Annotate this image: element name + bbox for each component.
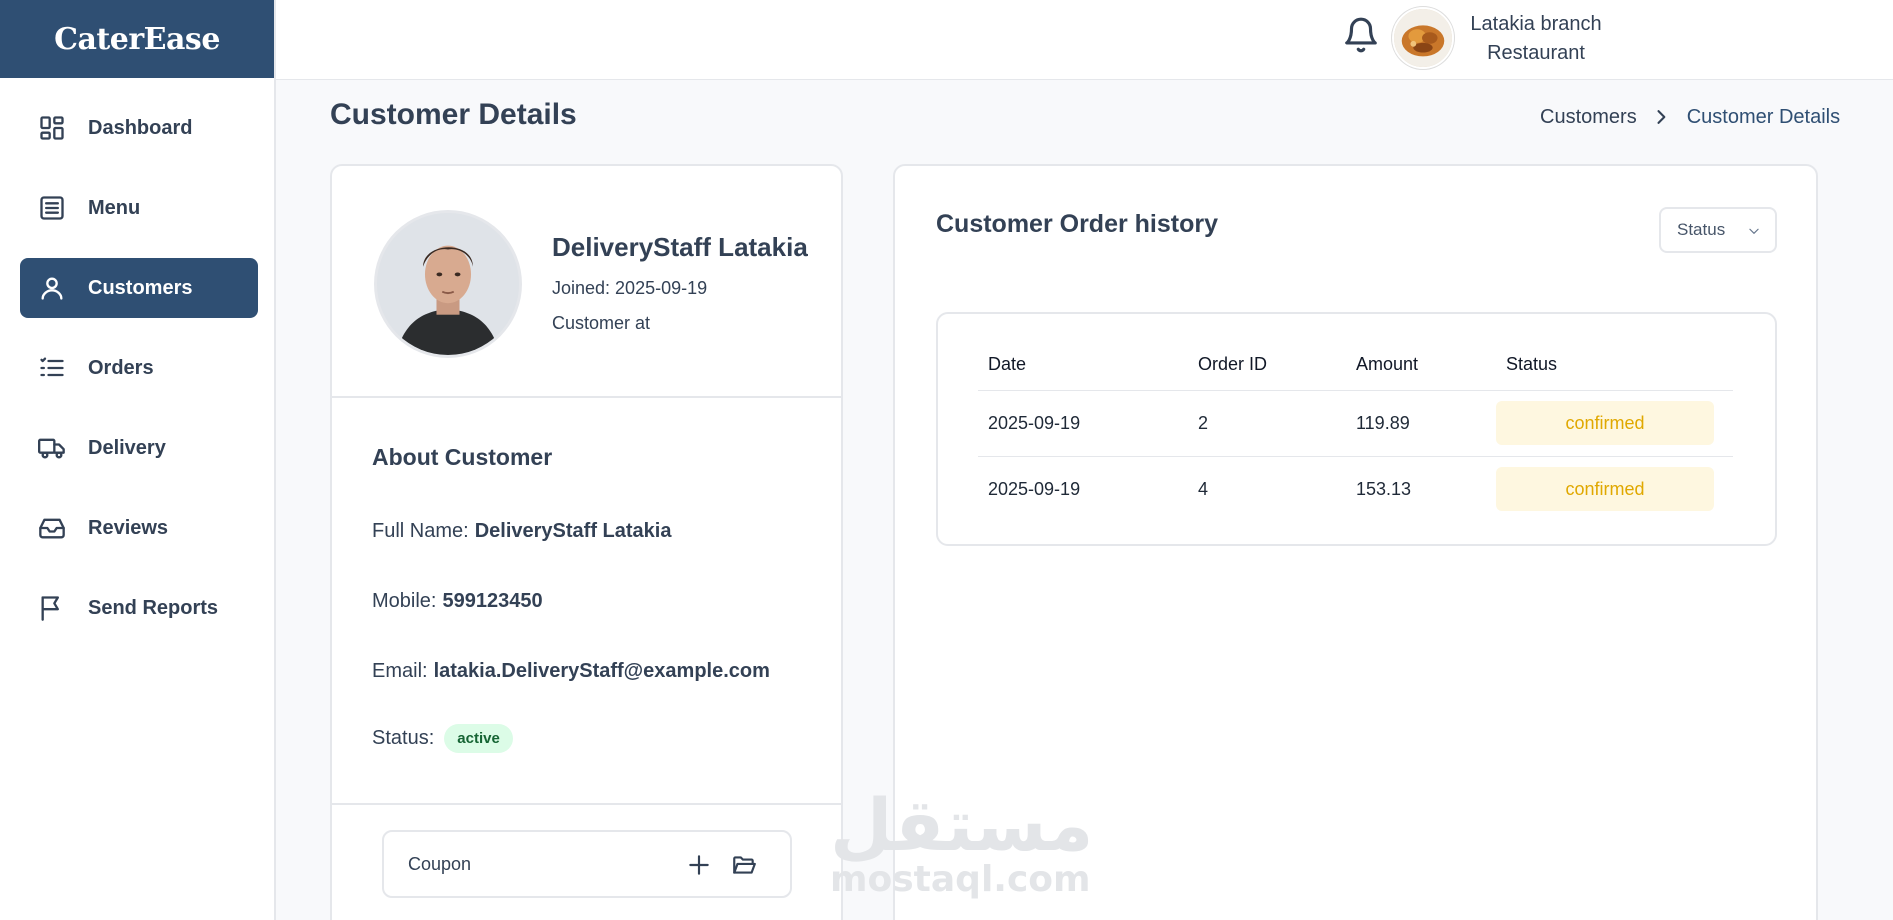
sidebar-item-label: Customers (88, 276, 193, 299)
watermark-arabic: مستقل (830, 783, 1094, 867)
dashboard-icon (36, 112, 68, 144)
coupon-label: Coupon (408, 853, 472, 874)
profile-header: DeliveryStaff Latakia Joined: 2025-09-19… (332, 166, 841, 398)
sidebar-item-label: Delivery (88, 436, 166, 459)
status-filter-label: Status (1677, 220, 1726, 239)
sidebar-item-label: Send Reports (88, 596, 219, 619)
plus-icon[interactable] (686, 852, 712, 878)
cell-order-id: 4 (1198, 478, 1209, 499)
customer-at-label: Customer at (552, 313, 651, 333)
sidebar-item-send-reports[interactable]: Send Reports (20, 578, 258, 638)
table-header-row: Date Order ID Amount Status (978, 340, 1733, 391)
customer-avatar (374, 210, 522, 358)
status-row: Status: active (372, 724, 513, 753)
email-row: Email: latakia.DeliveryStaff@example.com (372, 660, 770, 683)
status-filter-select[interactable]: Status (1659, 207, 1777, 253)
sidebar-item-label: Menu (88, 196, 141, 219)
breadcrumb-current: Customer Details (1686, 106, 1841, 128)
breadcrumb-parent-link[interactable]: Customers (1540, 106, 1637, 129)
column-header-amount: Amount (1346, 340, 1496, 391)
notification-bell-icon[interactable] (1342, 16, 1382, 56)
coupon-box: Coupon (382, 830, 792, 898)
store-name[interactable]: Latakia branch Restaurant (1461, 10, 1611, 68)
order-history-table-wrap: Date Order ID Amount Status 2025-09-19 2… (936, 312, 1777, 546)
store-branch: Latakia branch (1470, 13, 1602, 35)
order-history-table: Date Order ID Amount Status 2025-09-19 2… (978, 340, 1733, 522)
full-name-label: Full Name: (372, 520, 469, 542)
status-badge: active (444, 724, 513, 753)
list-icon (36, 352, 68, 384)
cell-date: 2025-09-19 (988, 478, 1081, 499)
full-name-row: Full Name: DeliveryStaff Latakia (372, 520, 671, 543)
mobile-row: Mobile: 599123450 (372, 590, 543, 613)
column-header-status: Status (1496, 340, 1733, 391)
about-customer-section: About Customer Full Name: DeliveryStaff … (332, 398, 841, 805)
column-header-order-id: Order ID (1188, 340, 1346, 391)
menu-list-icon (36, 192, 68, 224)
sidebar-item-menu[interactable]: Menu (20, 178, 258, 238)
customer-name: DeliveryStaff Latakia (552, 232, 808, 262)
truck-icon (36, 432, 68, 464)
about-customer-title: About Customer (372, 444, 553, 470)
sidebar-item-orders[interactable]: Orders (20, 338, 258, 398)
customer-joined-date: Joined: 2025-09-19 (552, 278, 708, 298)
order-status-badge: confirmed (1496, 467, 1714, 512)
email-label: Email: (372, 660, 428, 682)
column-header-date: Date (978, 340, 1188, 391)
store-avatar[interactable] (1392, 7, 1454, 69)
breadcrumb: Customers Customer Details (1540, 106, 1840, 129)
cell-status: confirmed (1496, 456, 1733, 522)
status-label: Status: (372, 727, 435, 749)
sidebar: CaterEase Dashboard Menu Customers Order… (0, 0, 276, 920)
chevron-right-icon (1651, 107, 1673, 129)
sidebar-item-delivery[interactable]: Delivery (20, 418, 258, 478)
customer-profile-card: DeliveryStaff Latakia Joined: 2025-09-19… (330, 164, 843, 920)
order-history-title: Customer Order history (936, 210, 1219, 238)
watermark: مستقل mostaql.com (830, 783, 1094, 900)
full-name-value: DeliveryStaff Latakia (474, 520, 672, 542)
sidebar-item-label: Dashboard (88, 116, 193, 139)
sidebar-item-reviews[interactable]: Reviews (20, 498, 258, 558)
flag-icon (36, 592, 68, 624)
sidebar-item-label: Orders (88, 356, 154, 379)
table-row[interactable]: 2025-09-19 2 119.89 confirmed (978, 390, 1733, 457)
chevron-down-icon (1747, 223, 1761, 237)
page-title: Customer Details (330, 98, 577, 131)
sidebar-item-customers[interactable]: Customers (20, 258, 258, 318)
watermark-latin: mostaql.com (830, 859, 1091, 900)
sidebar-nav: Dashboard Menu Customers Orders Delivery (0, 78, 274, 638)
sidebar-item-dashboard[interactable]: Dashboard (20, 98, 258, 158)
cell-amount: 119.89 (1346, 390, 1496, 457)
table-row[interactable]: 2025-09-19 4 153.13 confirmed (978, 456, 1733, 522)
order-status-badge: confirmed (1496, 401, 1714, 445)
sidebar-item-label: Reviews (88, 516, 169, 539)
store-type: Restaurant (1487, 42, 1585, 64)
cell-order-id: 2 (1188, 390, 1346, 457)
mobile-label: Mobile: (372, 590, 437, 612)
cell-status: confirmed (1496, 390, 1733, 457)
mobile-value: 599123450 (442, 590, 543, 612)
inbox-icon (36, 512, 68, 544)
topbar (276, 0, 1893, 80)
cell-date: 2025-09-19 (978, 390, 1188, 457)
user-icon (36, 272, 68, 304)
folder-open-icon[interactable] (730, 852, 758, 878)
email-value: latakia.DeliveryStaff@example.com (433, 660, 770, 682)
cell-amount: 153.13 (1356, 478, 1412, 499)
brand-logo[interactable]: CaterEase (0, 0, 274, 78)
